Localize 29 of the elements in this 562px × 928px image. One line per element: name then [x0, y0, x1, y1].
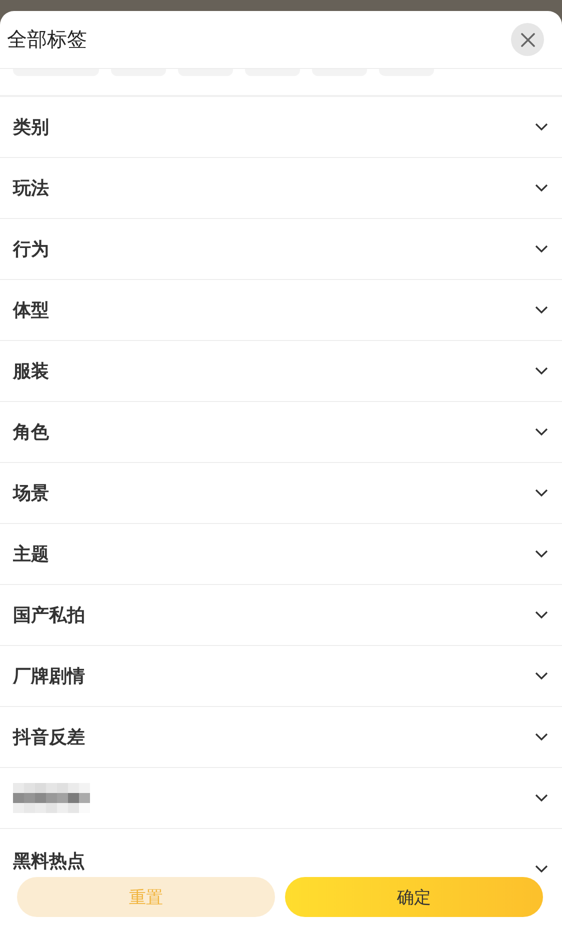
chevron-icon: [535, 733, 548, 741]
close-button[interactable]: [511, 23, 544, 56]
chevron-icon: [535, 245, 548, 253]
category-label: 角色: [13, 421, 49, 444]
chevron-icon: [535, 306, 548, 314]
chevron-icon: [535, 489, 548, 497]
category-label: 体型: [13, 299, 49, 322]
confirm-button[interactable]: 确定: [285, 877, 543, 917]
category-label: 黑料热点: [13, 850, 85, 873]
chevron-icon: [535, 672, 548, 680]
category-label: 服装: [13, 360, 49, 383]
chevron-icon: [535, 428, 548, 436]
chevron-icon: [535, 367, 548, 375]
category-label: 玩法: [13, 177, 49, 200]
chevron-icon: [535, 865, 548, 873]
category-label: 国产私拍: [13, 604, 85, 627]
chevron-icon: [535, 123, 548, 131]
chevron-icon: [535, 611, 548, 619]
category-label: 主题: [13, 543, 49, 566]
sheet-title: 全部标签: [7, 26, 87, 53]
category-label: 抖音反差: [13, 726, 85, 749]
chevron-icon: [535, 794, 548, 802]
chevron-icon: [535, 184, 548, 192]
category-label: 类别: [13, 116, 49, 139]
chevron-icon: [535, 550, 548, 558]
close-icon: [520, 32, 534, 46]
category-label: 厂牌剧情: [13, 665, 85, 688]
category-label: 场景: [13, 482, 49, 505]
category-label: 行为: [13, 238, 49, 261]
